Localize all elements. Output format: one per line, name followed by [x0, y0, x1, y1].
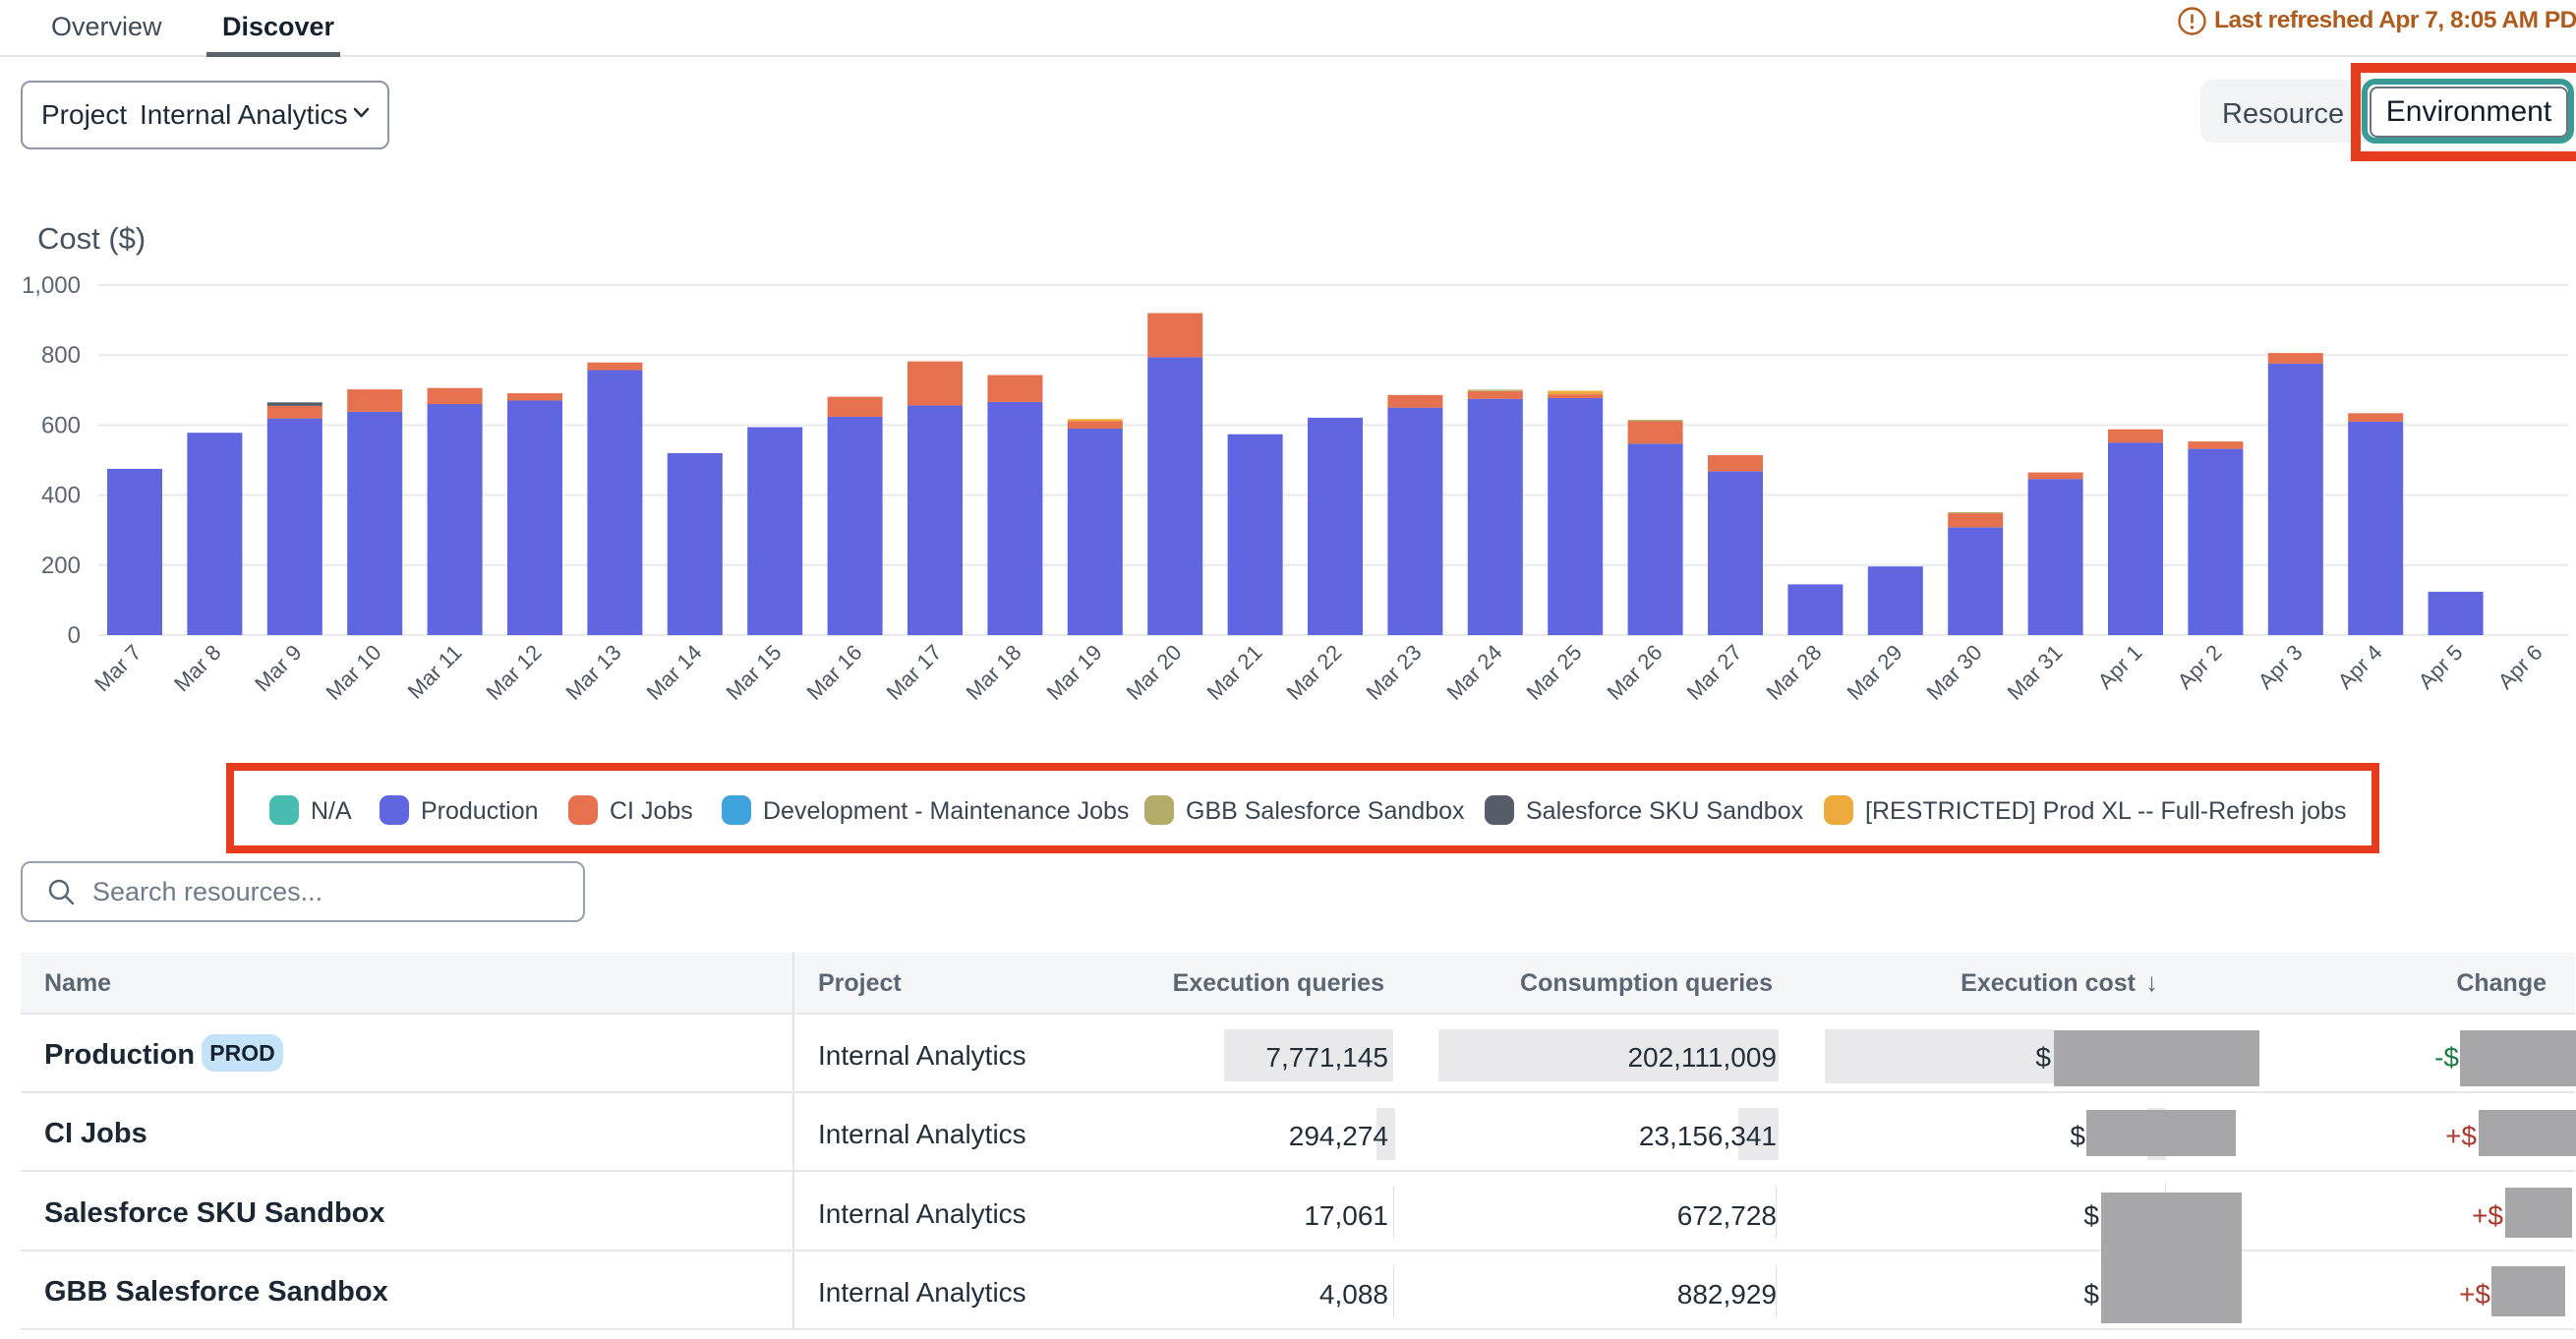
- svg-text:Apr 1: Apr 1: [2093, 640, 2147, 694]
- svg-text:Mar 25: Mar 25: [1521, 640, 1586, 705]
- svg-text:Mar 17: Mar 17: [881, 640, 946, 705]
- svg-text:Mar 28: Mar 28: [1761, 640, 1826, 705]
- svg-text:Apr 2: Apr 2: [2173, 640, 2227, 694]
- svg-text:Mar 8: Mar 8: [169, 640, 225, 696]
- svg-text:Mar 20: Mar 20: [1121, 640, 1186, 705]
- svg-text:Mar 22: Mar 22: [1281, 640, 1346, 705]
- svg-text:Mar 19: Mar 19: [1041, 640, 1106, 705]
- svg-text:Mar 13: Mar 13: [560, 640, 625, 705]
- svg-text:Mar 27: Mar 27: [1681, 640, 1746, 705]
- svg-text:Mar 15: Mar 15: [721, 640, 786, 705]
- svg-text:Mar 26: Mar 26: [1602, 640, 1667, 705]
- svg-text:1,000: 1,000: [22, 272, 81, 299]
- svg-text:Mar 12: Mar 12: [481, 640, 546, 705]
- svg-text:Cost ($): Cost ($): [37, 221, 146, 256]
- svg-text:200: 200: [41, 553, 81, 579]
- svg-text:Mar 18: Mar 18: [961, 640, 1025, 705]
- svg-text:Mar 30: Mar 30: [1921, 640, 1986, 705]
- svg-text:Mar 9: Mar 9: [250, 640, 306, 696]
- svg-text:Mar 14: Mar 14: [641, 640, 706, 705]
- svg-text:Mar 24: Mar 24: [1441, 640, 1506, 705]
- svg-text:Mar 7: Mar 7: [89, 640, 146, 696]
- svg-text:Apr 4: Apr 4: [2333, 640, 2387, 694]
- svg-text:0: 0: [68, 622, 81, 649]
- svg-text:Mar 11: Mar 11: [403, 640, 467, 704]
- svg-text:400: 400: [41, 483, 81, 509]
- svg-text:Apr 5: Apr 5: [2414, 640, 2468, 694]
- svg-text:Apr 6: Apr 6: [2493, 640, 2547, 694]
- svg-text:Mar 16: Mar 16: [801, 640, 866, 705]
- svg-text:800: 800: [41, 342, 81, 369]
- svg-text:600: 600: [41, 412, 81, 438]
- svg-text:Mar 23: Mar 23: [1361, 640, 1426, 705]
- svg-text:Mar 29: Mar 29: [1842, 640, 1906, 705]
- svg-text:Mar 10: Mar 10: [321, 640, 385, 705]
- svg-text:Apr 3: Apr 3: [2254, 640, 2308, 694]
- svg-text:Mar 31: Mar 31: [2002, 640, 2067, 705]
- svg-text:Mar 21: Mar 21: [1201, 640, 1266, 705]
